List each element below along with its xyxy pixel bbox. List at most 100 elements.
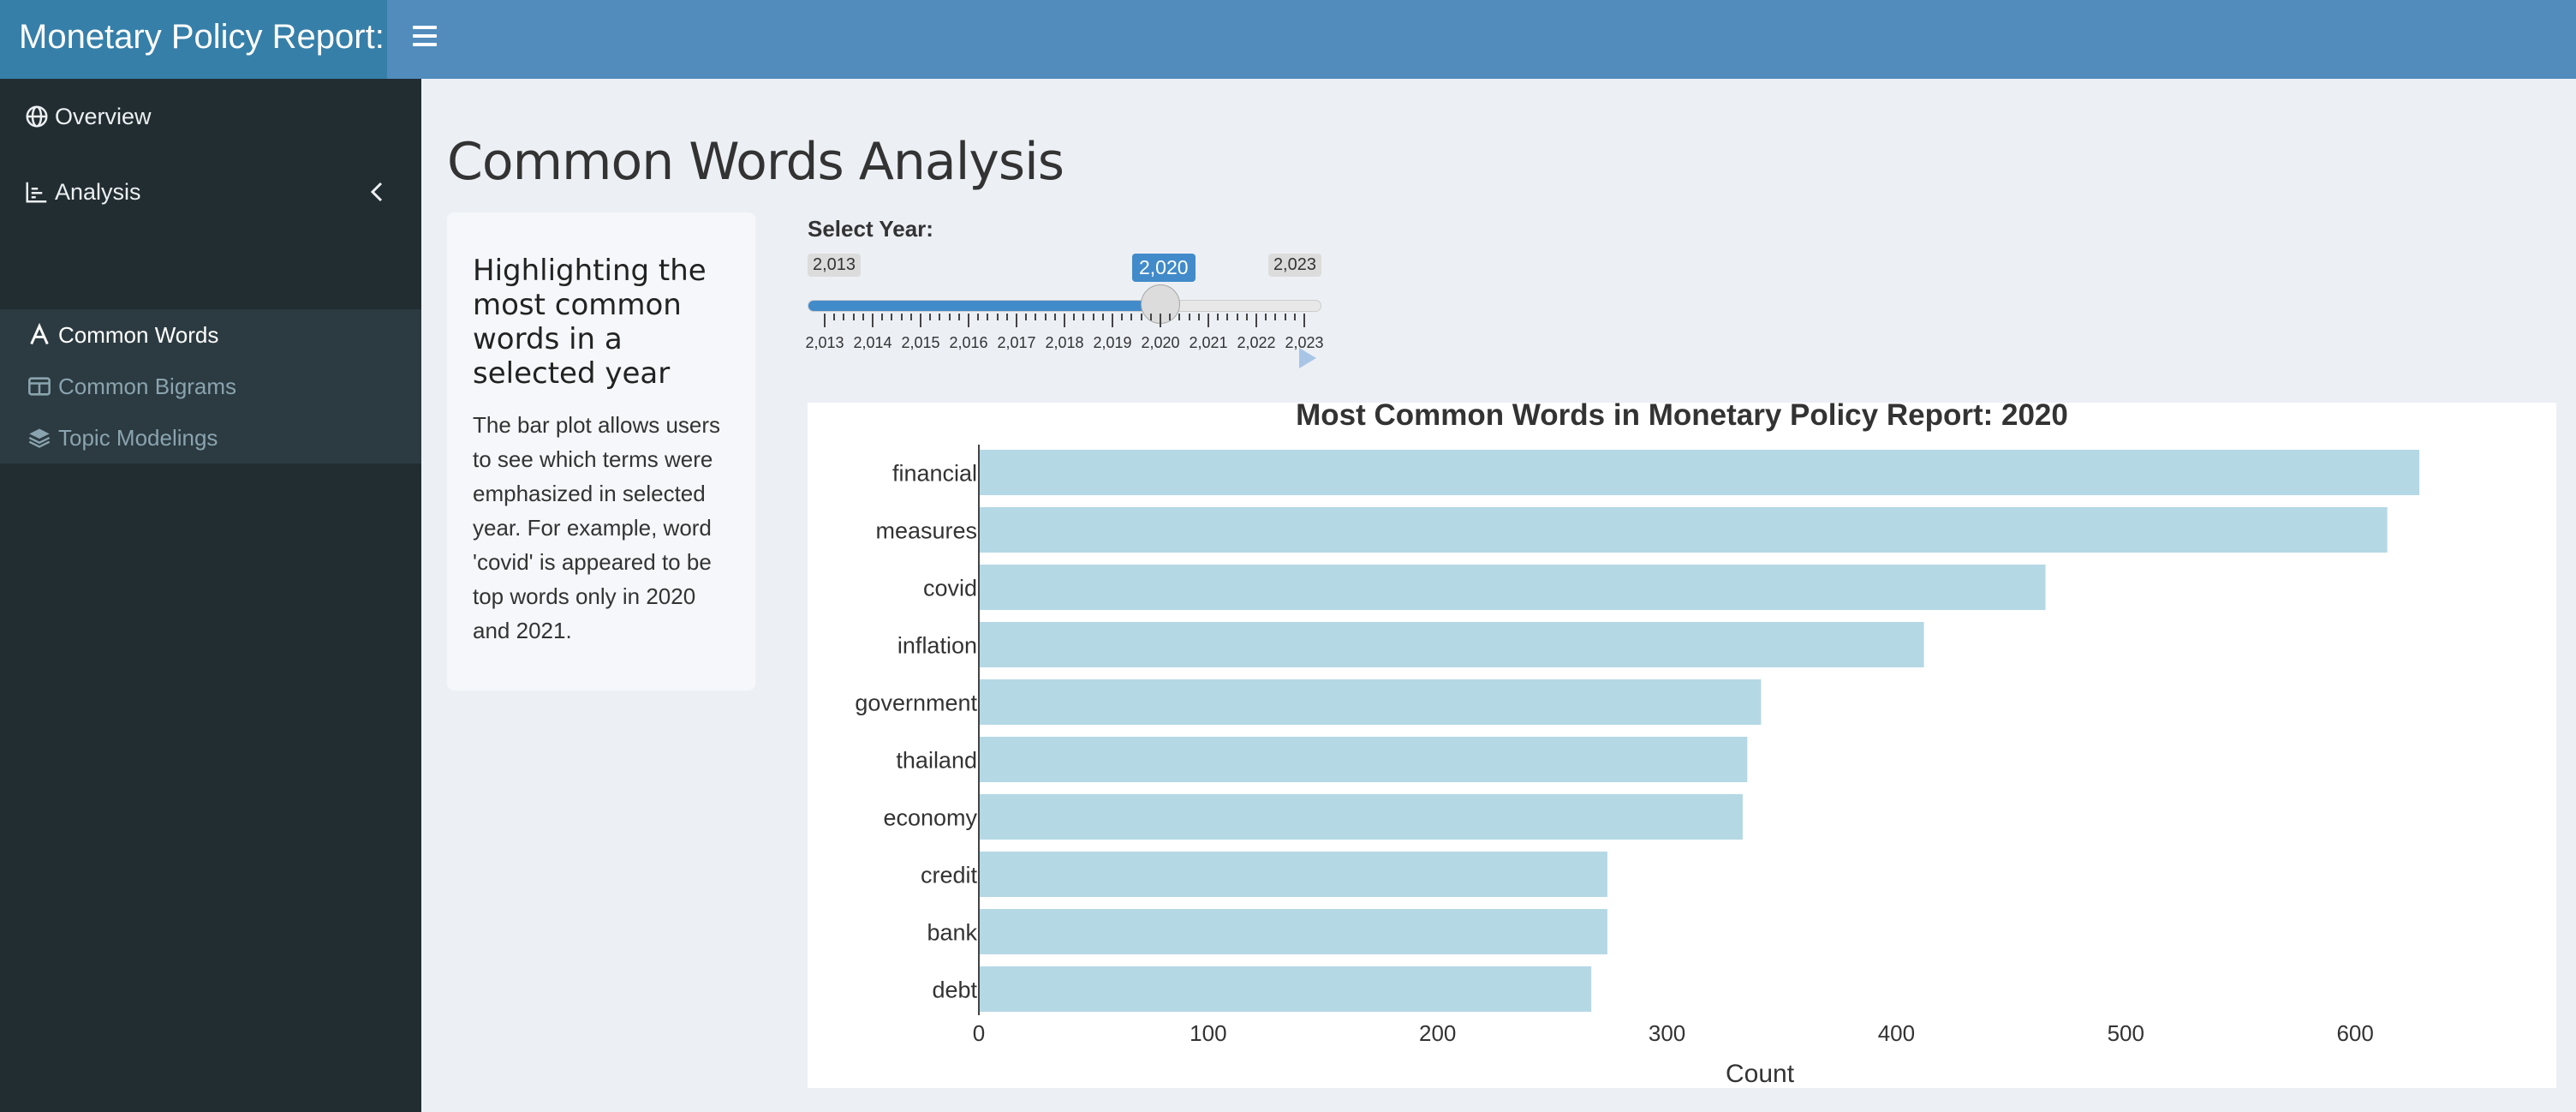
bar-measures[interactable] [979,507,2388,553]
bar-covid[interactable] [979,565,2046,610]
x-tick-label: 100 [1190,1020,1226,1046]
slider-tick-label: 2,022 [1237,334,1276,351]
slider-min-label: 2,013 [808,254,862,277]
slider-tick [1245,314,1248,320]
y-tick-label: inflation [897,633,977,659]
x-tick-label: 300 [1649,1020,1685,1046]
y-tick-label: credit [921,863,978,888]
slider-tick [1293,314,1296,320]
slider-tick [1044,314,1046,320]
bar-inflation[interactable] [979,622,1924,667]
slider-tick [1208,314,1209,327]
page-title: Common Words Analysis [447,132,1064,192]
slider-tick [977,314,980,320]
bar-debt[interactable] [979,966,1592,1012]
y-tick-label: bank [927,920,977,946]
y-tick-label: covid [923,576,977,601]
bar-government[interactable] [979,679,1762,725]
y-tick-label: debt [932,977,977,1003]
x-tick-label: 500 [2108,1020,2144,1046]
slider-tick [996,314,999,320]
slider-tick [948,314,951,320]
slider-tick [1217,314,1219,320]
slider-tick [1130,314,1133,320]
slider-tick [1064,314,1065,327]
slider-tick [843,314,845,320]
slider-tick [881,314,884,320]
slider-tick [1265,314,1267,320]
x-tick-label: 600 [2336,1020,2373,1046]
bar-chart: Most Common Words in Monetary Policy Rep… [855,403,2420,1088]
sidebar: Overview Analysis Common Words Common Bi… [0,79,421,1112]
slider-tick [1197,314,1200,320]
slider-tick [1140,314,1142,320]
slider-value-label: 2,020 [1132,254,1196,282]
slider-tick [939,314,941,320]
bar-economy[interactable] [979,794,1743,840]
slider-tick [1016,314,1017,327]
layers-icon [28,428,51,448]
slider-tick [1178,314,1181,320]
chevron-left-icon[interactable] [368,180,385,204]
x-tick-label: 0 [973,1020,985,1046]
sidebar-item-label: Common Words [58,321,219,348]
slider-tick-label: 2,018 [1045,334,1084,351]
slider-tick-label: 2,017 [997,334,1036,351]
slider-tick-label: 2,015 [901,334,940,351]
slider-label: Select Year: [808,216,933,242]
y-tick-label: measures [875,518,977,544]
top-navbar [387,0,2576,79]
sidebar-item-label: Common Bigrams [58,373,237,399]
bar-bank[interactable] [979,909,1607,954]
slider-tick [1025,314,1028,320]
slider-tick [1169,314,1172,320]
slider-tick [833,314,836,320]
sidebar-item-common-words[interactable]: Common Words [0,309,421,361]
slider-tick [1236,314,1238,320]
x-axis-label: Count [1726,1060,1795,1088]
chart-panel: Most Common Words in Monetary Policy Rep… [808,403,2556,1088]
sidebar-toggle-icon[interactable] [413,26,437,46]
slider-tick [1226,314,1229,320]
year-slider[interactable]: 2,013 2,020 2,023 2,013 2,014 2,015 2,016 2,… [805,254,1324,374]
x-tick-label: 400 [1878,1020,1915,1046]
slider-tick-label: 2,019 [1093,334,1132,351]
sidebar-item-analysis[interactable]: Analysis [0,154,421,230]
slider-tick [1101,314,1104,320]
slider-max-label: 2,023 [1267,254,1321,277]
slider-tick [1149,314,1152,320]
columns-icon [28,377,51,396]
y-tick-label: government [855,691,977,716]
sidebar-item-topic-modelings[interactable]: Topic Modelings [0,412,421,463]
panel-heading: Highlighting the most common words in a … [473,254,707,391]
description-panel: Highlighting the most common words in a … [447,212,755,691]
font-icon [30,323,49,345]
chart-title: Most Common Words in Monetary Policy Rep… [1296,403,2068,432]
slider-tick [1284,314,1286,320]
slider-tick [1160,314,1161,327]
bar-thailand[interactable] [979,737,1748,782]
y-tick-label: thailand [896,748,977,774]
sidebar-item-overview[interactable]: Overview [0,79,421,154]
slider-tick [920,314,921,327]
slider-tick [1005,314,1008,320]
slider-tick [929,314,932,320]
slider-tick [852,314,855,320]
slider-tick-label: 2,021 [1189,334,1228,351]
slider-tick [909,314,912,320]
slider-tick-label: 2,013 [805,334,844,351]
bar-credit[interactable] [979,852,1607,897]
x-tick-label: 200 [1419,1020,1456,1046]
y-tick-label: financial [892,461,977,487]
slider-tick-label: 2,016 [949,334,988,351]
sidebar-item-label: Analysis [55,178,141,205]
slider-tick [1035,314,1037,320]
bar-financial[interactable] [979,450,2420,495]
app-title: Monetary Policy Report: [0,0,387,79]
slider-tick [824,314,826,327]
slider-tick [1303,314,1305,327]
sidebar-item-common-bigrams[interactable]: Common Bigrams [0,361,421,412]
play-animation-icon[interactable] [1299,348,1316,368]
slider-tick [987,314,989,320]
slider-track[interactable] [808,300,1321,312]
